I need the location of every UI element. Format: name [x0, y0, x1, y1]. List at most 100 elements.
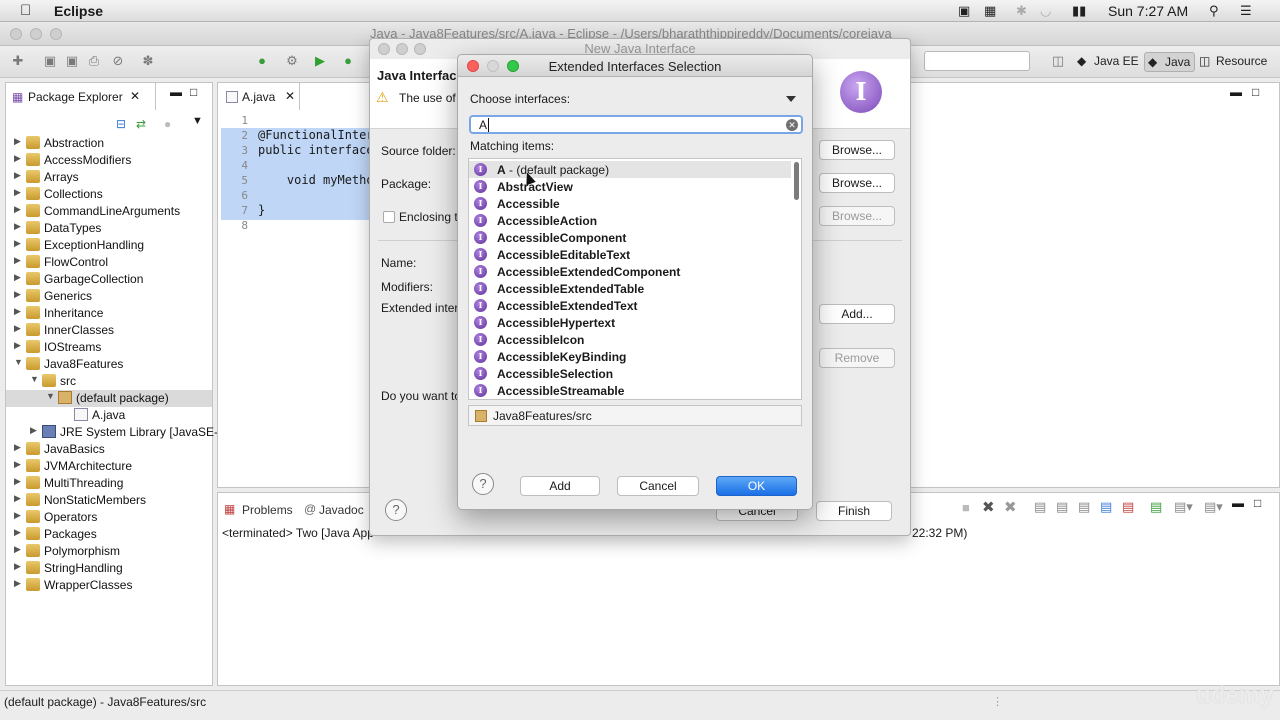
dialog-cancel-button[interactable]: Cancel	[617, 476, 699, 496]
console-view-menu-icon[interactable]: ▤▾	[1174, 499, 1193, 515]
code-line[interactable]: @FunctionalInter	[258, 128, 374, 142]
enclosing-type-checkbox[interactable]	[383, 211, 395, 223]
chevron-right-icon[interactable]: ▶	[14, 578, 21, 589]
minimize-panel-icon[interactable]: ▬	[1232, 496, 1244, 510]
dialog-help-icon[interactable]: ?	[472, 473, 494, 495]
word-wrap-icon[interactable]: ▤	[1078, 499, 1090, 515]
tree-item[interactable]: ▶ FlowControl	[6, 254, 212, 271]
new-project-icon[interactable]: ●	[254, 53, 270, 69]
list-item[interactable]: I AccessibleExtendedComponent	[469, 263, 791, 280]
screen-record-icon[interactable]: ▣	[958, 3, 970, 19]
tree-item[interactable]: ▶ ExceptionHandling	[6, 237, 212, 254]
tree-item[interactable]: ▶ WrapperClasses	[6, 577, 212, 594]
maximize-view-icon[interactable]: □	[190, 85, 197, 99]
chevron-right-icon[interactable]: ▶	[14, 238, 21, 249]
chevron-down-icon[interactable]: ▼	[46, 391, 55, 401]
list-item[interactable]: I AccessibleIcon	[469, 331, 791, 348]
notification-center-icon[interactable]: ☰	[1240, 3, 1252, 19]
matching-items-list[interactable]: IA - (default package) I AbstractView I Acce…	[468, 158, 802, 400]
list-item[interactable]: I AccessibleAction	[469, 212, 791, 229]
code-line[interactable]: void myMetho	[258, 173, 374, 187]
debug-icon[interactable]: ✽	[140, 53, 156, 69]
list-item[interactable]: I AccessibleSelection	[469, 365, 791, 382]
collapse-all-icon[interactable]: ⊟	[116, 117, 126, 131]
perspective-resource[interactable]: ◫ Resource	[1196, 52, 1271, 72]
list-item[interactable]: I Accessible	[469, 195, 791, 212]
tree-item[interactable]: ▶ Collections	[6, 186, 212, 203]
save-all-icon[interactable]: ▣	[64, 53, 80, 69]
wifi-icon[interactable]: ◡	[1040, 3, 1051, 19]
dialog-add-button[interactable]: Add	[520, 476, 600, 496]
list-item[interactable]: I AccessibleKeyBinding	[469, 348, 791, 365]
tree-item[interactable]: ▶ Packages	[6, 526, 212, 543]
wizard-help-icon[interactable]: ?	[385, 499, 407, 521]
window-close-button[interactable]	[10, 28, 22, 40]
scroll-lock-icon[interactable]: ▤	[1056, 499, 1068, 515]
display-selected-console-icon[interactable]: ▤	[1122, 499, 1134, 515]
maximize-editor-icon[interactable]: □	[1252, 85, 1259, 99]
browse-source-button[interactable]: Browse...	[819, 140, 895, 160]
chevron-right-icon[interactable]: ▶	[14, 170, 21, 181]
list-item[interactable]: I AbstractView	[469, 178, 791, 195]
save-icon[interactable]: ▣	[42, 53, 58, 69]
list-scrollbar[interactable]	[794, 162, 799, 200]
tree-item[interactable]: ▼ Java8Features	[6, 356, 212, 373]
chevron-right-icon[interactable]: ▶	[14, 153, 21, 164]
terminate-icon[interactable]: ■	[962, 500, 970, 515]
tree-item[interactable]: ▶ JavaBasics	[6, 441, 212, 458]
code-line[interactable]: }	[258, 203, 265, 217]
code-line[interactable]: public interface	[258, 143, 374, 157]
chevron-right-icon[interactable]: ▶	[14, 340, 21, 351]
new-icon[interactable]: ✚	[10, 53, 26, 69]
tree-item[interactable]: ▶ AccessModifiers	[6, 152, 212, 169]
chevron-right-icon[interactable]: ▶	[14, 204, 21, 215]
tree-item[interactable]: ▶ Arrays	[6, 169, 212, 186]
camera-icon[interactable]: ▦	[984, 3, 996, 19]
list-item[interactable]: I AccessibleExtendedText	[469, 297, 791, 314]
dialog-ok-button[interactable]: OK	[716, 476, 797, 496]
view-menu-icon[interactable]: ▼	[192, 115, 203, 127]
open-perspective-icon[interactable]: ◫	[1050, 53, 1066, 69]
minimize-view-icon[interactable]: ▬	[170, 85, 182, 99]
chevron-right-icon[interactable]: ▶	[14, 221, 21, 232]
tree-item[interactable]: ▶ Polymorphism	[6, 543, 212, 560]
chevron-right-icon[interactable]: ▶	[14, 289, 21, 300]
chevron-right-icon[interactable]: ▶	[14, 493, 21, 504]
minimize-editor-icon[interactable]: ▬	[1230, 85, 1242, 99]
tree-item[interactable]: ▶ Operators	[6, 509, 212, 526]
app-menu-eclipse[interactable]: Eclipse	[54, 3, 103, 19]
chevron-right-icon[interactable]: ▶	[14, 272, 21, 283]
chevron-right-icon[interactable]: ▶	[14, 476, 21, 487]
tree-item[interactable]: ▶ JVMArchitecture	[6, 458, 212, 475]
menubar-clock[interactable]: Sun 7:27 AM	[1108, 3, 1188, 19]
battery-icon[interactable]: ▮▮	[1072, 3, 1086, 19]
chevron-down-icon[interactable]: ▼	[14, 357, 23, 367]
status-drag-handle-icon[interactable]: ⋮	[992, 695, 1003, 708]
tree-item[interactable]: ▶ CommandLineArguments	[6, 203, 212, 220]
chevron-right-icon[interactable]: ▶	[14, 136, 21, 147]
tree-item[interactable]: ▶ Generics	[6, 288, 212, 305]
tree-item[interactable]: ▶ GarbageCollection	[6, 271, 212, 288]
tab-problems[interactable]: Problems	[242, 503, 293, 517]
chevron-right-icon[interactable]: ▶	[30, 425, 37, 436]
tree-item[interactable]: A.java	[6, 407, 212, 424]
chevron-right-icon[interactable]: ▶	[14, 255, 21, 266]
remove-interface-button[interactable]: Remove	[819, 348, 895, 368]
tree-item[interactable]: ▶ IOStreams	[6, 339, 212, 356]
tree-item[interactable]: ▶ Abstraction	[6, 135, 212, 152]
pin-console-icon[interactable]: ▤	[1100, 499, 1112, 515]
chevron-right-icon[interactable]: ▶	[14, 544, 21, 555]
tree-item[interactable]: ▶ JRE System Library [JavaSE-	[6, 424, 218, 441]
remove-launch-icon[interactable]: ✖	[982, 498, 995, 516]
tree-item[interactable]: ▶ InnerClasses	[6, 322, 212, 339]
perspective-java-ee[interactable]: ◆ Java EE	[1074, 52, 1143, 72]
window-minimize-button[interactable]	[30, 28, 42, 40]
settings-gear-icon[interactable]: ⚙	[284, 53, 300, 69]
add-interface-button[interactable]: Add...	[819, 304, 895, 324]
bluetooth-icon[interactable]: ✱	[1016, 3, 1027, 19]
wizard-finish-button[interactable]: Finish	[816, 501, 892, 521]
list-item[interactable]: I AccessibleComponent	[469, 229, 791, 246]
tree-item[interactable]: ▶ Inheritance	[6, 305, 212, 322]
list-item[interactable]: I AccessibleStreamable	[469, 382, 791, 399]
quick-access-input[interactable]	[924, 51, 1030, 71]
